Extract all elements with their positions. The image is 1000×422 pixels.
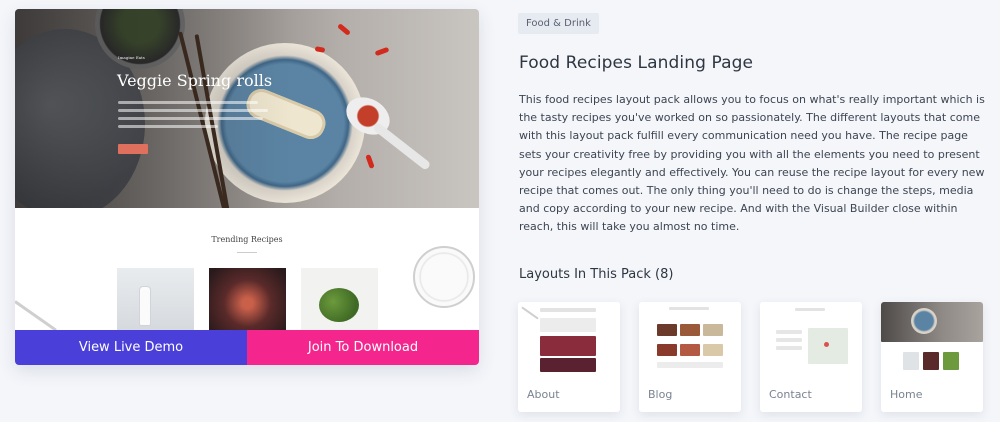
thumb-line [776,330,802,334]
layout-label: Home [890,388,923,401]
thumb-plate [911,308,937,334]
hero-text-line [118,109,268,112]
thumb-block [657,362,723,368]
layout-preview-card: Imagine Eats Veggie Spring rolls Trendin… [15,9,479,365]
hero-text-line [118,125,218,128]
layout-label: Contact [769,388,812,401]
layout-label: About [527,388,560,401]
broccoli-image [319,288,359,322]
sketch-decoration [413,246,475,308]
thumb-block [540,336,596,356]
thumb-block [540,318,596,332]
recipe-thumbnail [301,268,378,330]
bottle-image [139,286,151,326]
layout-card-contact[interactable]: Contact [760,302,862,412]
layout-thumbnail [518,302,620,378]
layout-card-blog[interactable]: Blog [639,302,741,412]
thumb-block [657,324,677,336]
hero-button [118,144,148,154]
hero-image: Imagine Eats Veggie Spring rolls [15,9,479,208]
thumb-block [657,344,677,356]
thumb-block [703,324,723,336]
category-tag[interactable]: Food & Drink [518,13,599,34]
divider [237,252,257,253]
hero-caption: Imagine Eats [118,55,145,60]
thumb-line [521,306,539,320]
layouts-heading: Layouts In This Pack (8) [519,267,674,282]
layout-thumbnail [760,302,862,378]
description: This food recipes layout pack allows you… [519,93,985,234]
thumb-line [795,308,825,311]
recipe-thumbnail [117,268,194,330]
page-title: Food Recipes Landing Page [519,53,754,73]
thumb-block [680,344,700,356]
thumb-block [703,344,723,356]
knife-decoration [15,300,57,330]
trending-title: Trending Recipes [211,235,283,244]
layout-thumbnail [881,302,983,378]
thumb-line [669,307,709,310]
view-live-demo-button[interactable]: View Live Demo [15,330,247,365]
thumb-line [540,308,596,312]
hero-text-line [118,101,258,104]
join-to-download-button[interactable]: Join To Download [247,330,479,365]
layout-card-about[interactable]: About [518,302,620,412]
map-pin-icon [824,342,829,347]
thumb-line [776,338,802,342]
thumb-block [903,352,919,370]
layout-thumbnail [639,302,741,378]
thumb-line [776,346,802,350]
hero-title: Veggie Spring rolls [117,71,273,90]
thumb-block [680,324,700,336]
recipe-thumbnail [209,268,286,330]
thumb-block [943,352,959,370]
trending-section: Trending Recipes [15,208,479,330]
hero-text-line [118,117,263,120]
thumb-block [540,358,596,372]
thumb-block [923,352,939,370]
layout-label: Blog [648,388,673,401]
layout-card-home[interactable]: Home [881,302,983,412]
